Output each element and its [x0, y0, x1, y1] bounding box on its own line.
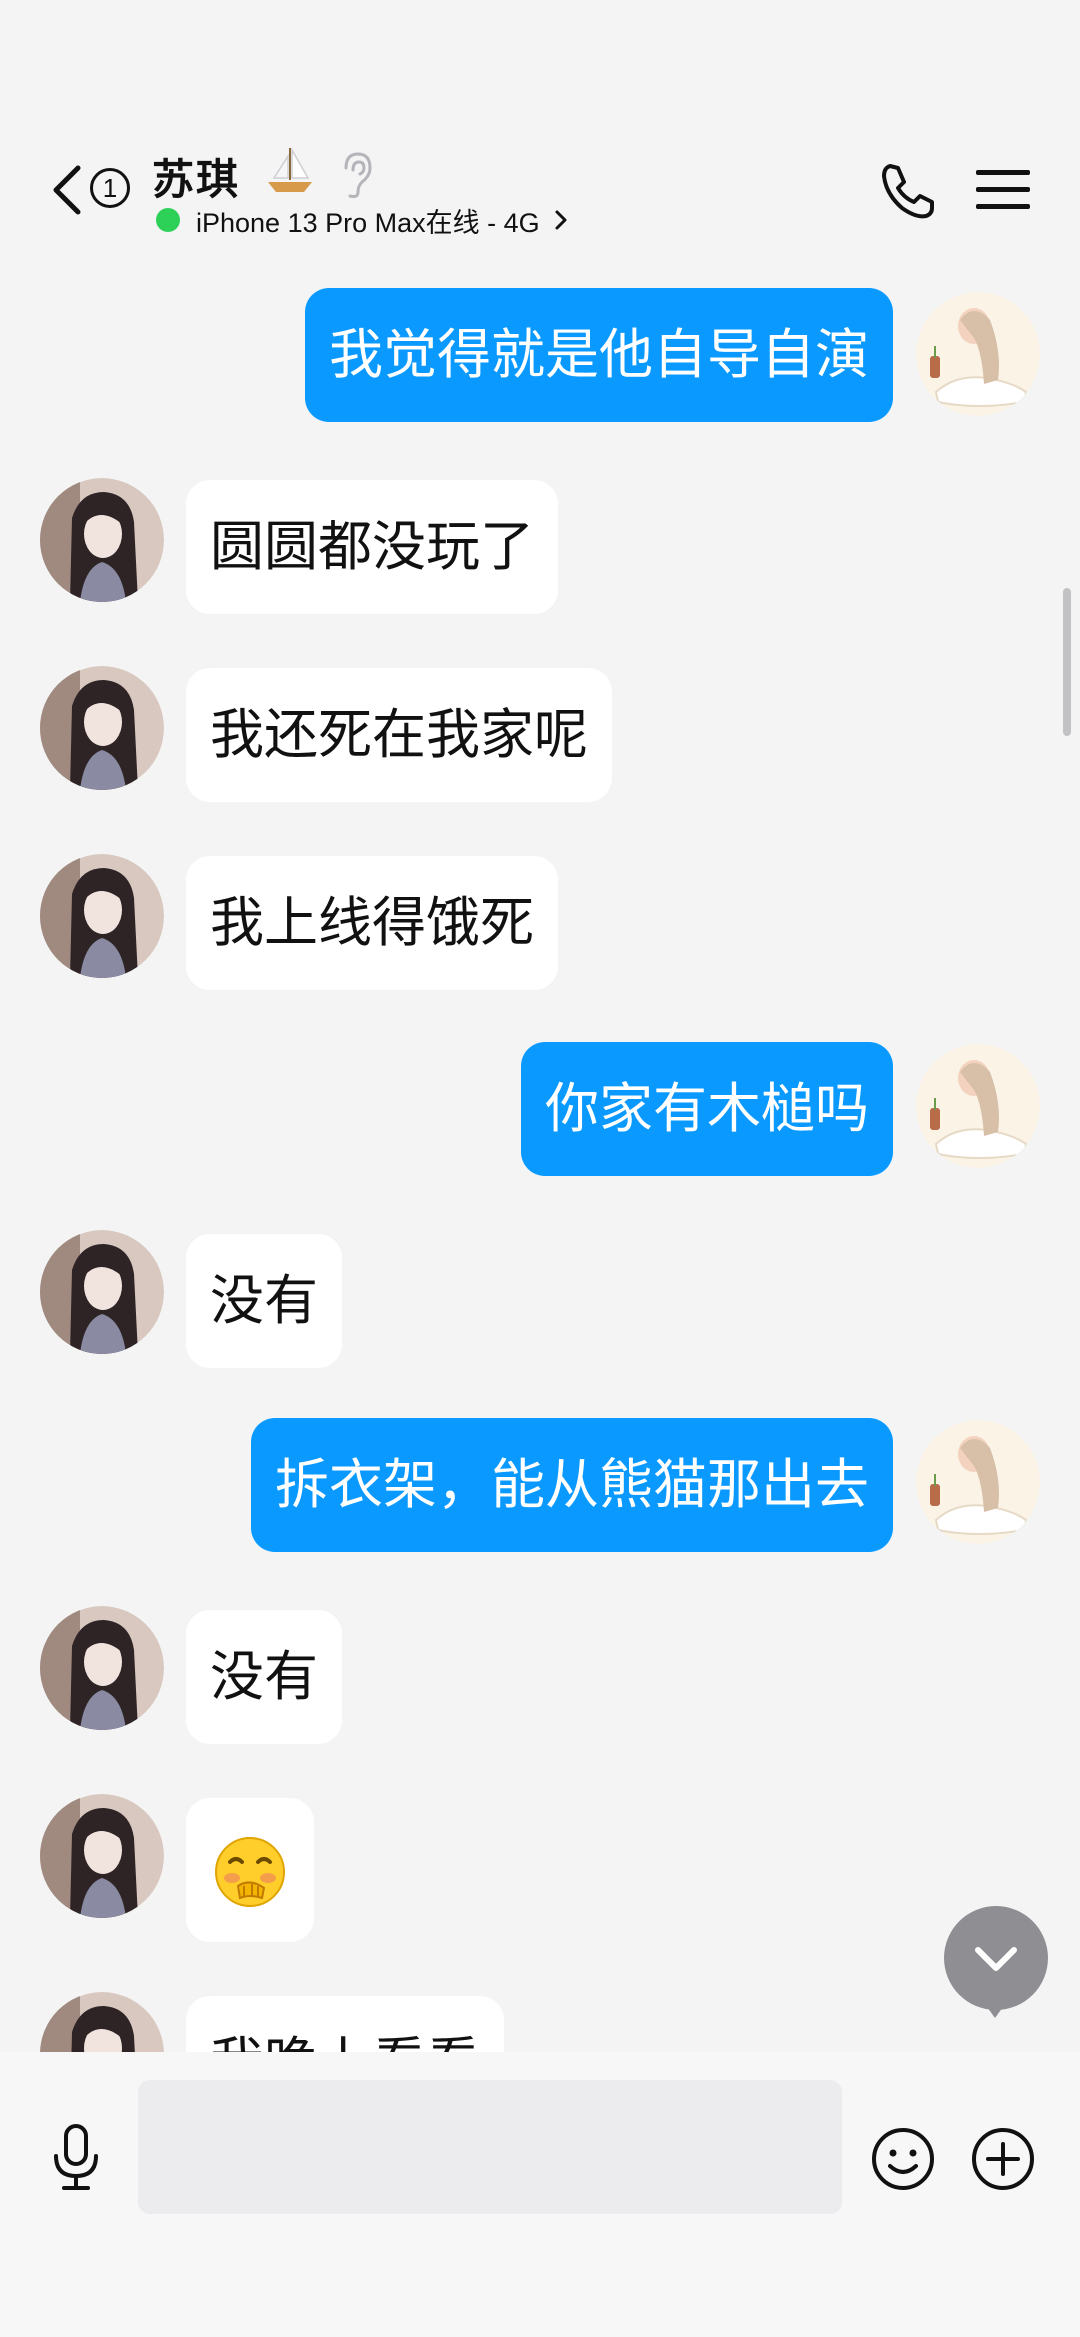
- contact-avatar[interactable]: [40, 1606, 164, 1730]
- message-bubble-sticker[interactable]: [186, 1798, 314, 1942]
- message-bubble-incoming[interactable]: 我晚上看看: [186, 1996, 504, 2052]
- chevron-left-icon: [53, 165, 81, 215]
- message-bubble-outgoing[interactable]: 我觉得就是他自导自演: [305, 288, 893, 422]
- back-button[interactable]: 1: [48, 160, 138, 220]
- message-bubble-incoming[interactable]: 我还死在我家呢: [186, 668, 612, 802]
- phone-call-icon[interactable]: [880, 160, 936, 220]
- message-bubble-incoming[interactable]: 没有: [186, 1610, 342, 1744]
- my-avatar[interactable]: [916, 292, 1040, 416]
- shy-covering-mouth-emoji-icon: [215, 1837, 285, 1907]
- online-status[interactable]: iPhone 13 Pro Max在线 - 4G: [156, 198, 570, 242]
- sailboat-icon[interactable]: [262, 142, 318, 198]
- plus-circle-icon[interactable]: [970, 2126, 1036, 2192]
- jump-button-tail: [982, 2000, 1008, 2018]
- scrollbar[interactable]: [1063, 588, 1071, 736]
- online-status-dot: [156, 208, 180, 232]
- contact-avatar[interactable]: [40, 854, 164, 978]
- message-bubble-outgoing[interactable]: 拆衣架，能从熊猫那出去: [251, 1418, 893, 1552]
- unread-count-badge: 1: [90, 168, 130, 208]
- message-bubble-outgoing[interactable]: 你家有木槌吗: [521, 1042, 893, 1176]
- message-bubble-incoming[interactable]: 没有: [186, 1234, 342, 1368]
- menu-icon[interactable]: [976, 166, 1030, 214]
- my-avatar[interactable]: [916, 1420, 1040, 1544]
- message-list[interactable]: 我觉得就是他自导自演 圆圆都没玩了 我还死在我家呢 我上线得饿死 你家有木槌吗 …: [0, 0, 1080, 2052]
- contact-avatar[interactable]: [40, 1230, 164, 1354]
- ear-icon[interactable]: [336, 148, 376, 200]
- jump-to-latest-button[interactable]: [944, 1906, 1048, 2010]
- my-avatar[interactable]: [916, 1044, 1040, 1168]
- device-status-text: iPhone 13 Pro Max在线 - 4G: [196, 207, 540, 238]
- message-input[interactable]: [138, 2080, 842, 2214]
- chevron-right-icon: [555, 210, 567, 230]
- contact-avatar[interactable]: [40, 666, 164, 790]
- chat-header: 1 苏琪 iPhone 13 Pro Max在线 - 4G: [0, 0, 1080, 260]
- contact-avatar[interactable]: [40, 478, 164, 602]
- microphone-icon[interactable]: [48, 2122, 104, 2194]
- smiley-emoji-icon[interactable]: [870, 2126, 936, 2192]
- message-bubble-incoming[interactable]: 我上线得饿死: [186, 856, 558, 990]
- contact-avatar[interactable]: [40, 1794, 164, 1918]
- contact-avatar[interactable]: [40, 1992, 164, 2052]
- chevron-down-icon: [975, 1947, 1017, 1971]
- message-bubble-incoming[interactable]: 圆圆都没玩了: [186, 480, 558, 614]
